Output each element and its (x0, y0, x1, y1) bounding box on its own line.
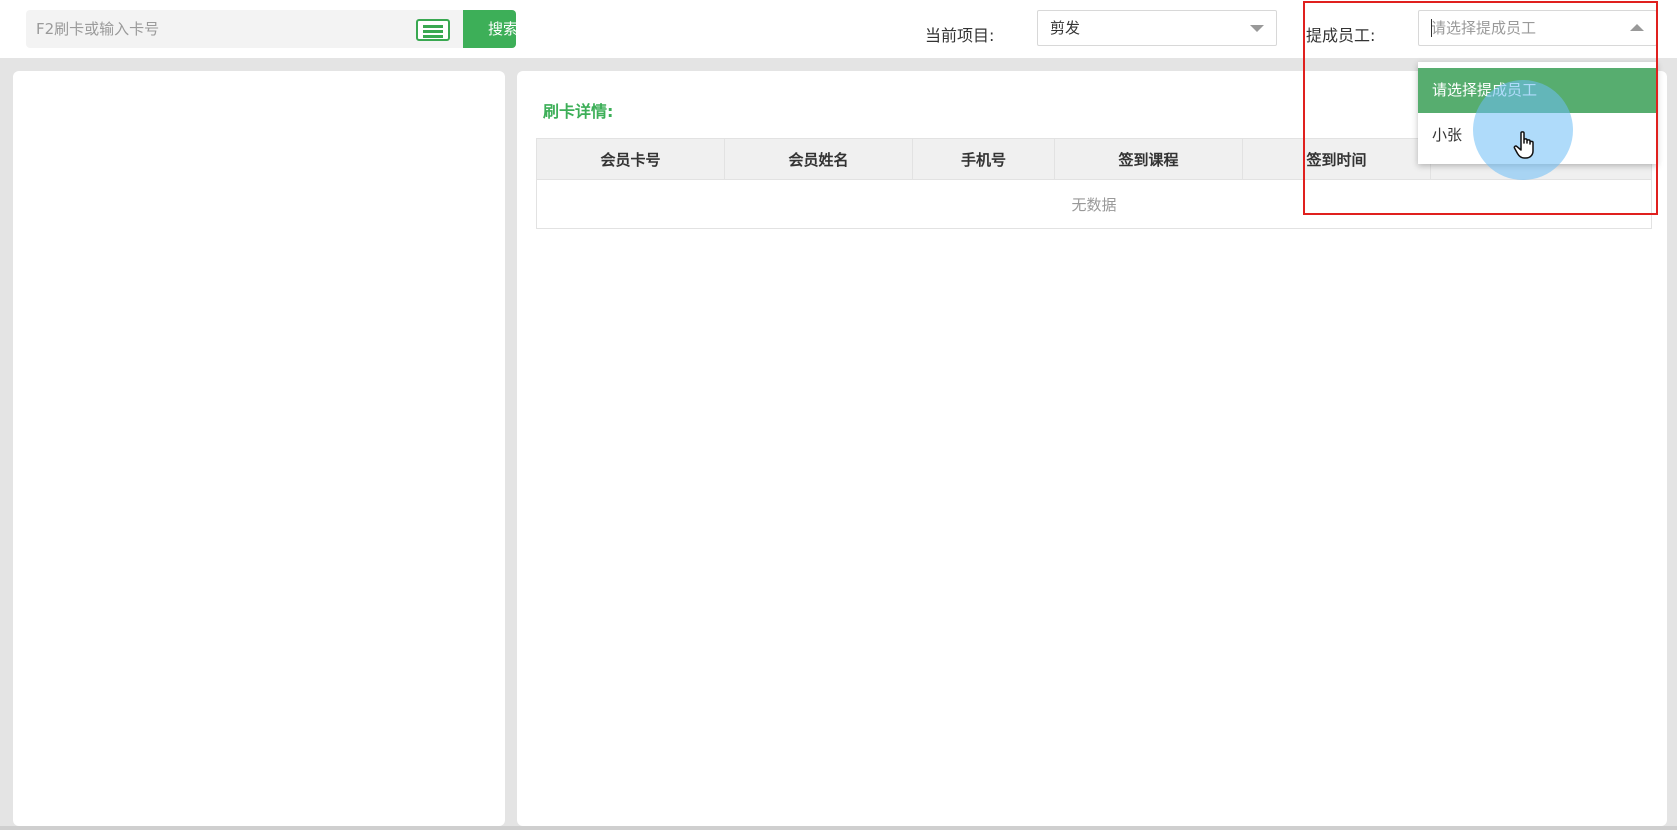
project-select-value: 剪发 (1050, 19, 1081, 37)
highlight-box (1303, 1, 1658, 215)
left-panel (13, 71, 505, 826)
column-header: 会员姓名 (724, 138, 913, 180)
project-select[interactable]: 剪发 (1037, 10, 1277, 46)
card-search-input[interactable] (26, 10, 386, 48)
keyboard-key-row (423, 30, 443, 33)
chevron-down-icon (1250, 25, 1264, 32)
keyboard-key-row (423, 25, 443, 28)
column-header: 会员卡号 (536, 138, 725, 180)
search-button[interactable]: 搜索 (463, 10, 516, 48)
details-title: 刷卡详情: (543, 102, 614, 121)
column-header: 签到课程 (1054, 138, 1243, 180)
bottom-border (0, 826, 1677, 830)
card-search-bar: 搜索 (26, 10, 516, 48)
project-label: 当前项目: (925, 26, 995, 45)
column-header: 手机号 (912, 138, 1055, 180)
keyboard-icon[interactable] (416, 19, 450, 41)
keyboard-key-row (423, 35, 443, 38)
